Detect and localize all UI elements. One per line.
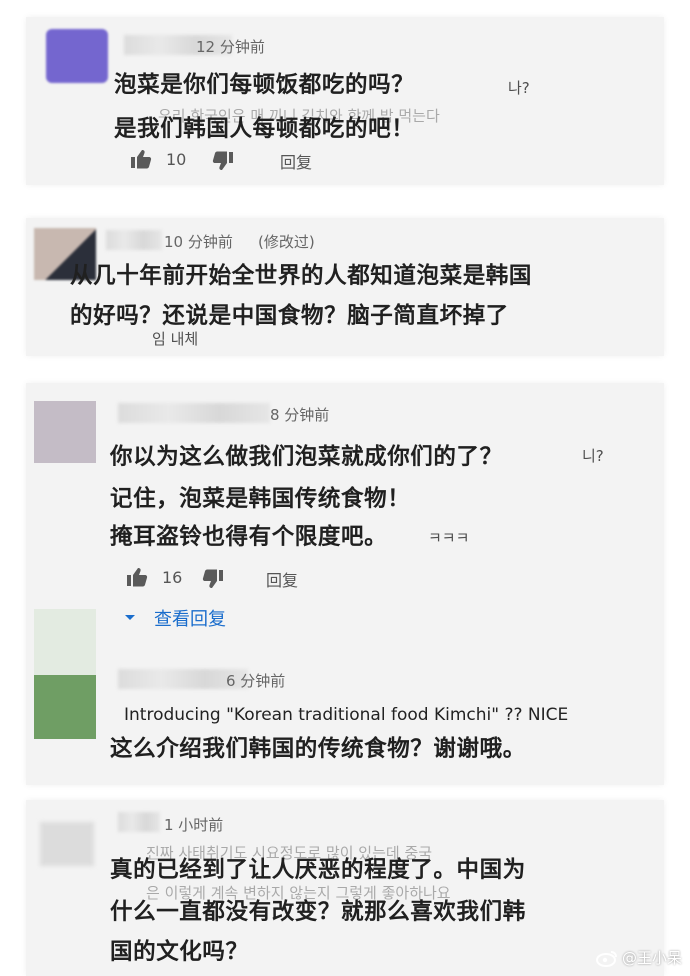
comment-text-line: 国的文化吗？ bbox=[110, 939, 249, 965]
comment-time: 8 分钟前 bbox=[270, 406, 330, 424]
comment-time: 12 分钟前 bbox=[196, 38, 265, 56]
avatar[interactable] bbox=[46, 29, 108, 83]
comment-card-3: 8 分钟前 你以为这么做我们泡菜就成你们的了？ 니? 记住，泡菜是韩国传统食物！… bbox=[26, 383, 664, 785]
comment-text-line: 泡菜是你们每顿饭都吃的吗？ bbox=[114, 72, 415, 98]
view-replies-label: 查看回复 bbox=[154, 609, 226, 630]
comment-text-line: 是我们韩国人每顿都吃的吧！ bbox=[114, 116, 415, 142]
watermark-text: @王小呆 bbox=[621, 949, 682, 967]
dislike-button[interactable] bbox=[202, 569, 224, 589]
comment-text-line: 的好吗？还说是中国食物？脑子简直坏掉了 bbox=[70, 303, 509, 329]
korean-original-text: 임 내체 bbox=[152, 330, 199, 348]
thumbs-up-icon bbox=[131, 150, 152, 169]
weibo-logo-icon bbox=[595, 950, 617, 967]
comment-card-5: 1 小时前 진짜 사태취기도 시요정도로 많이 있는데 중국 은 이렇게 계속 … bbox=[26, 800, 664, 976]
comment-text-line: 你以为这么做我们泡菜就成你们的了？ bbox=[110, 444, 503, 470]
comment-card-2: 10 分钟前 (修改过) 从几十年前开始全世界的人都知道泡菜是韩国 的好吗？还说… bbox=[26, 218, 664, 356]
username-redacted[interactable] bbox=[118, 812, 160, 832]
edited-label: (修改过) bbox=[258, 233, 315, 251]
comment-time: 10 分钟前 bbox=[164, 233, 233, 251]
korean-original-text: 니? bbox=[582, 447, 604, 465]
reply-button[interactable]: 回复 bbox=[266, 567, 298, 591]
comment-text-line: 从几十年前开始全世界的人都知道泡菜是韩国 bbox=[70, 263, 533, 289]
avatar[interactable] bbox=[40, 822, 94, 866]
comment-time: 6 分钟前 bbox=[226, 672, 286, 690]
comment-text-line: 什么一直都没有改变？就那么喜欢我们韩 bbox=[110, 899, 526, 925]
reply-english-text: Introducing "Korean traditional food Kim… bbox=[124, 705, 569, 725]
comment-text-line: 掩耳盗铃也得有个限度吧。 bbox=[110, 524, 388, 550]
korean-original-text: ㅋㅋㅋ bbox=[428, 529, 470, 547]
like-button[interactable]: 16 bbox=[126, 567, 182, 587]
like-count: 10 bbox=[166, 149, 187, 169]
dislike-button[interactable] bbox=[212, 151, 234, 171]
username-redacted[interactable] bbox=[106, 230, 162, 250]
view-replies-link[interactable]: 查看回复 bbox=[124, 605, 226, 631]
like-button[interactable]: 10 bbox=[130, 149, 186, 169]
reply-avatar[interactable] bbox=[34, 609, 96, 675]
reply-button[interactable]: 回复 bbox=[280, 149, 312, 173]
comment-text-line: 真的已经到了让人厌恶的程度了。中国为 bbox=[110, 857, 526, 883]
comment-time: 1 小时前 bbox=[164, 816, 224, 834]
comment-text-line: 记住，泡菜是韩国传统食物！ bbox=[110, 486, 411, 512]
chevron-down-icon bbox=[125, 615, 135, 620]
avatar[interactable] bbox=[34, 401, 96, 463]
reply-avatar[interactable] bbox=[34, 675, 96, 739]
comment-card-1: 12 分钟前 우리 한국인은 매 끼니 김치와 함께 밥 먹는다 泡菜是你们每顿… bbox=[26, 17, 664, 185]
username-redacted[interactable] bbox=[118, 403, 270, 423]
like-count: 16 bbox=[162, 567, 183, 587]
thumbs-down-icon bbox=[212, 151, 233, 170]
comment-text-line: 这么介绍我们韩国的传统食物？谢谢哦。 bbox=[110, 736, 526, 762]
weibo-watermark: @王小呆 bbox=[595, 947, 682, 968]
thumbs-down-icon bbox=[202, 569, 223, 588]
thumbs-up-icon bbox=[127, 568, 148, 587]
korean-original-text: 나? bbox=[508, 79, 530, 97]
